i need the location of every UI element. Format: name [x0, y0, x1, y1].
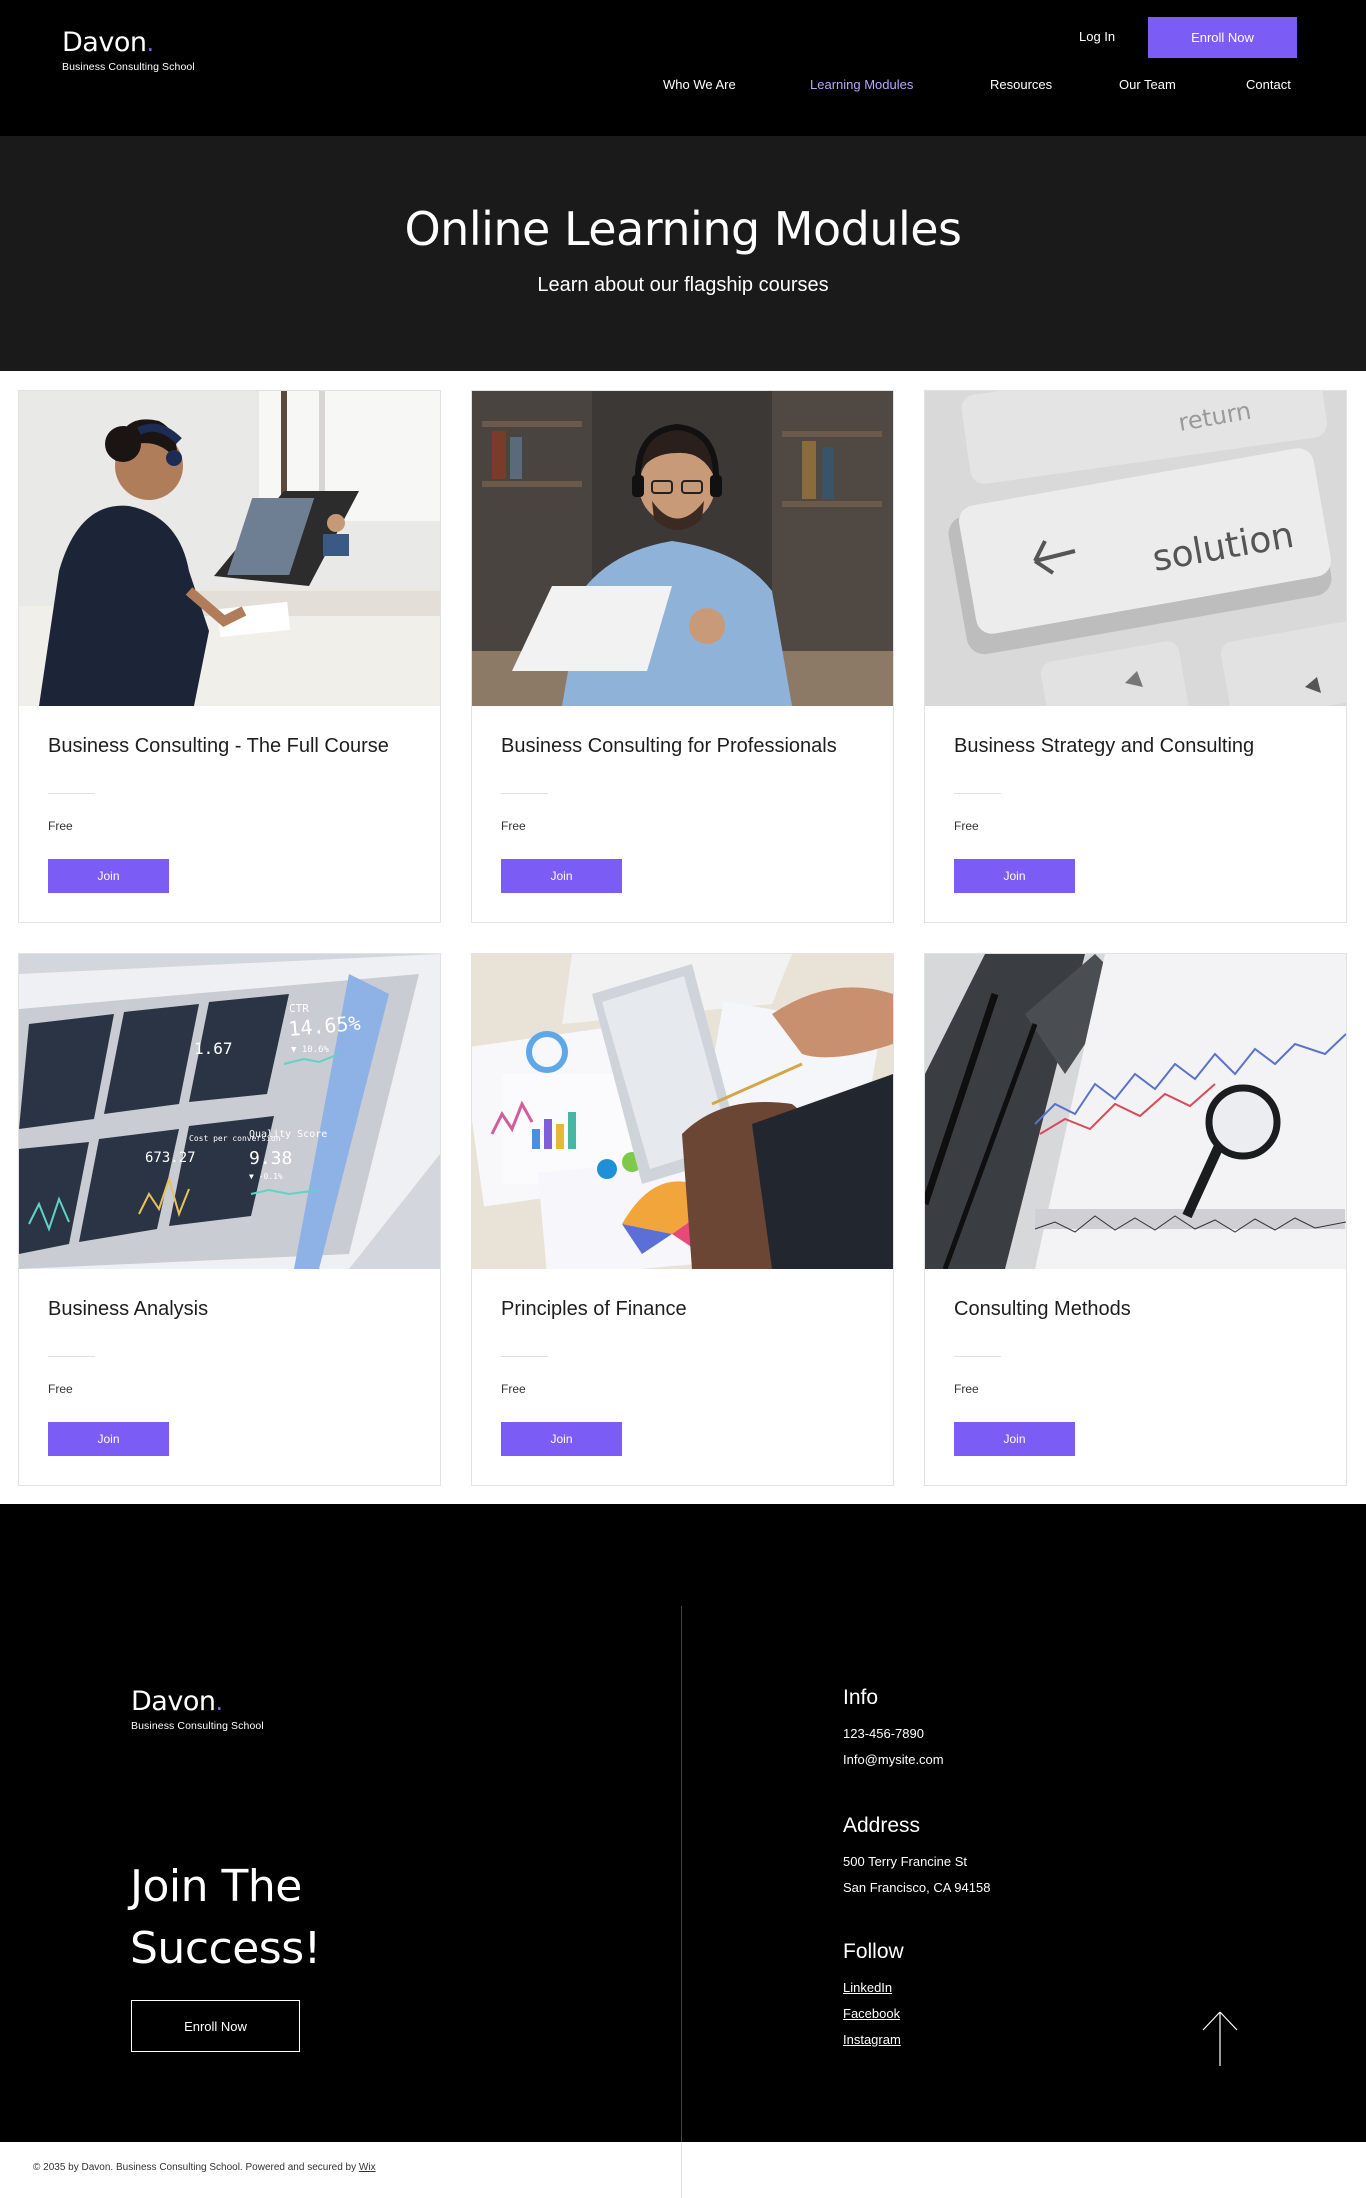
course-card[interactable]: Business Consulting - The Full Course Fr…	[18, 390, 441, 923]
enroll-now-button[interactable]: Enroll Now	[1148, 17, 1297, 58]
email-address[interactable]: Info@mysite.com	[843, 1752, 944, 1767]
follow-heading: Follow	[843, 1940, 904, 1963]
metric-value: 1.67	[194, 1039, 233, 1058]
course-price: Free	[501, 819, 526, 833]
join-button[interactable]: Join	[501, 1422, 622, 1456]
nav-contact[interactable]: Contact	[1246, 77, 1291, 92]
course-card[interactable]: CTR 14.65% ▼ 10.6% 1.67 Cost per convers…	[18, 953, 441, 1486]
course-title[interactable]: Business Consulting - The Full Course	[48, 735, 389, 758]
nav-who-we-are[interactable]: Who We Are	[663, 77, 736, 92]
course-price: Free	[48, 819, 73, 833]
divider	[501, 1356, 548, 1357]
logo-dot: .	[146, 27, 154, 57]
course-title[interactable]: Consulting Methods	[954, 1298, 1131, 1321]
logo-wordmark: Davon	[62, 27, 147, 58]
join-button[interactable]: Join	[48, 859, 169, 893]
course-title[interactable]: Business Strategy and Consulting	[954, 735, 1254, 758]
footer-divider	[681, 1606, 682, 2142]
course-card[interactable]: Consulting Methods Free Join	[924, 953, 1347, 1486]
join-button[interactable]: Join	[48, 1422, 169, 1456]
site-header: Davon. Business Consulting School Log In…	[0, 0, 1366, 136]
course-title[interactable]: Business Consulting for Professionals	[501, 735, 837, 758]
address-heading: Address	[843, 1814, 921, 1837]
course-title[interactable]: Principles of Finance	[501, 1298, 687, 1321]
logo-subtitle: Business Consulting School	[62, 61, 195, 73]
footer-enroll-now-button[interactable]: Enroll Now	[131, 2000, 300, 2052]
qs-label: Quality Score	[249, 1129, 327, 1140]
cost-value: 673.27	[145, 1150, 196, 1166]
course-image-solution-keyboard[interactable]: return solution	[925, 391, 1346, 706]
site-logo[interactable]: Davon. Business Consulting School	[62, 27, 195, 73]
join-button[interactable]: Join	[954, 859, 1075, 893]
phone-number: 123-456-7890	[843, 1726, 924, 1741]
footer-logo-subtitle: Business Consulting School	[131, 1720, 264, 1732]
copyright-bar: © 2035 by Davon. Business Consulting Sch…	[0, 2142, 1366, 2198]
course-price: Free	[48, 1382, 73, 1396]
course-price: Free	[501, 1382, 526, 1396]
address-line-2: San Francisco, CA 94158	[843, 1880, 991, 1895]
join-success-headline: Join The Success!	[130, 1856, 321, 1980]
site-footer: Davon. Business Consulting School Join T…	[0, 1504, 1366, 2142]
course-image-woman-video-call[interactable]	[19, 391, 440, 706]
instagram-link[interactable]: Instagram	[843, 2032, 901, 2047]
divider	[954, 793, 1001, 794]
nav-our-team[interactable]: Our Team	[1119, 77, 1176, 92]
wix-link[interactable]: Wix	[359, 2162, 376, 2173]
course-card[interactable]: Business Consulting for Professionals Fr…	[471, 390, 894, 923]
divider	[954, 1356, 1001, 1357]
ctr-label: CTR	[289, 1002, 309, 1015]
join-button[interactable]: Join	[501, 859, 622, 893]
course-image-finance-charts[interactable]	[472, 954, 893, 1269]
nav-learning-modules[interactable]: Learning Modules	[810, 77, 913, 92]
course-image-analytics-dashboard[interactable]: CTR 14.65% ▼ 10.6% 1.67 Cost per convers…	[19, 954, 440, 1269]
course-card[interactable]: return solution Business Strategy and Co…	[924, 390, 1347, 923]
ctr-delta: ▼ 10.6%	[291, 1045, 330, 1055]
back-to-top-arrow-icon[interactable]	[1200, 2010, 1240, 2068]
footer-logo-dot: .	[215, 1686, 223, 1716]
facebook-link[interactable]: Facebook	[843, 2006, 900, 2021]
divider	[48, 793, 95, 794]
copyright-text: © 2035 by Davon. Business Consulting Sch…	[33, 2162, 376, 2173]
course-price: Free	[954, 819, 979, 833]
copyright-label: © 2035 by Davon. Business Consulting Sch…	[33, 2162, 357, 2173]
bottom-divider	[681, 2142, 682, 2198]
course-image-man-headset-laptop[interactable]	[472, 391, 893, 706]
divider	[48, 1356, 95, 1357]
page-subtitle: Learn about our flagship courses	[537, 274, 829, 296]
course-price: Free	[954, 1382, 979, 1396]
address-line-1: 500 Terry Francine St	[843, 1854, 968, 1869]
page-title: Online Learning Modules	[404, 202, 962, 256]
hero-banner: Online Learning Modules Learn about our …	[0, 136, 1366, 371]
course-image-stock-chart-magnifier[interactable]	[925, 954, 1346, 1269]
course-card[interactable]: Principles of Finance Free Join	[471, 953, 894, 1486]
footer-logo-wordmark: Davon	[131, 1686, 216, 1717]
join-button[interactable]: Join	[954, 1422, 1075, 1456]
nav-resources[interactable]: Resources	[990, 77, 1052, 92]
info-heading: Info	[843, 1686, 879, 1709]
course-title[interactable]: Business Analysis	[48, 1298, 208, 1321]
qs-value: 9.38	[249, 1148, 292, 1169]
footer-logo[interactable]: Davon. Business Consulting School	[131, 1686, 264, 1732]
headline-line-2: Success!	[130, 1923, 321, 1974]
qs-delta: ▼ -0.1%	[249, 1172, 283, 1181]
linkedin-link[interactable]: LinkedIn	[843, 1980, 892, 1995]
headline-line-1: Join The	[130, 1861, 302, 1912]
login-link[interactable]: Log In	[1079, 29, 1115, 44]
divider	[501, 793, 548, 794]
